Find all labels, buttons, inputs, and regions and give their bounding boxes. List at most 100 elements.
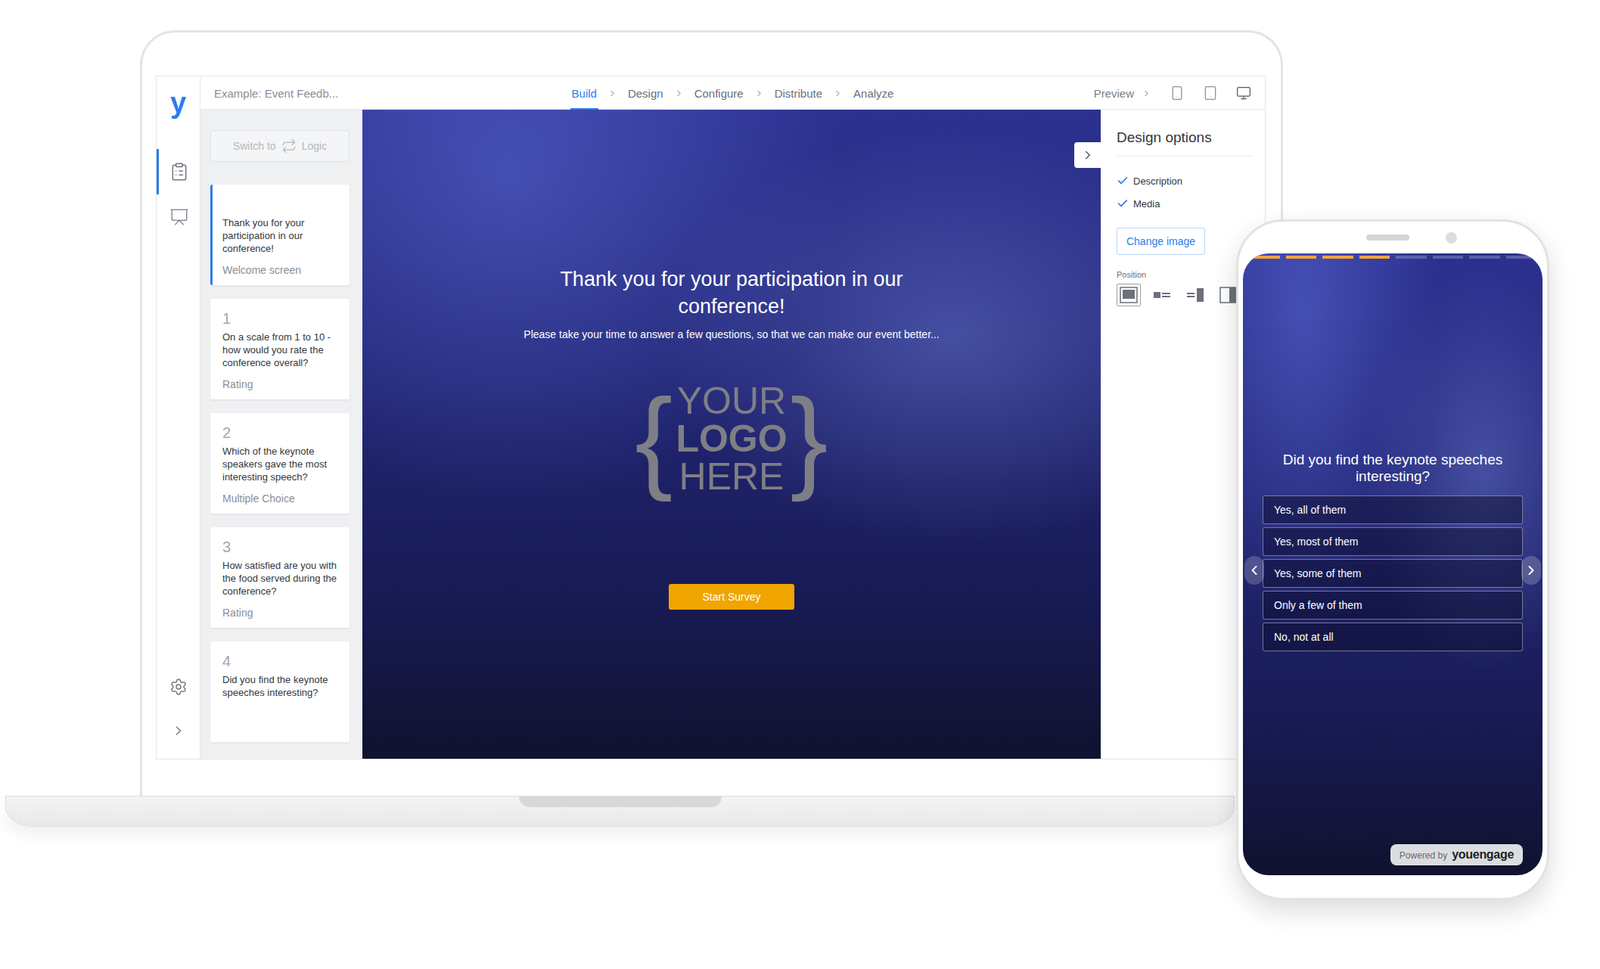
app-screen: y Example: Event Feedb...Build Design Confi… <box>155 75 1266 760</box>
option-checkbox[interactable]: Media <box>1116 194 1253 213</box>
answer-option[interactable]: Yes, most of them <box>1262 527 1523 557</box>
step-tab[interactable]: Distribute <box>773 76 824 110</box>
question-block: Did you find the keynote speeches intere… <box>1242 451 1543 652</box>
answer-option[interactable]: Only a few of them <box>1262 590 1523 620</box>
check-icon <box>1116 197 1129 210</box>
check-slot <box>1116 197 1129 210</box>
previous-button[interactable] <box>1244 556 1265 585</box>
card-text: Did you find the keynote speeches intere… <box>222 673 339 700</box>
progress-segment <box>1506 255 1538 259</box>
card-number <box>222 195 339 214</box>
question-list: Switch toLogic Thank you for your partici… <box>200 109 363 759</box>
left-rail: y <box>156 76 201 759</box>
step-separator <box>832 88 843 99</box>
position-full-icon <box>1119 286 1138 304</box>
settings-button[interactable] <box>156 664 200 709</box>
start-survey-button[interactable]: Start Survey <box>668 584 795 610</box>
rail-item[interactable] <box>156 194 200 240</box>
chevron-right-icon <box>1141 88 1152 99</box>
phone-camera <box>1445 232 1458 244</box>
phone-question: Did you find the keynote speeches intere… <box>1262 451 1523 485</box>
gear-icon <box>169 677 188 696</box>
step-tab[interactable]: Build <box>570 76 599 110</box>
device-button[interactable] <box>1236 85 1252 101</box>
step-tab[interactable]: Analyze <box>851 76 895 110</box>
rail-item[interactable] <box>156 149 200 195</box>
position-label: Position <box>1116 270 1253 280</box>
desktop-icon <box>1236 85 1252 101</box>
questions-icon <box>169 161 190 182</box>
preview-separator <box>1141 88 1152 99</box>
spacer <box>1242 651 1543 845</box>
question-card[interactable]: Thank you for your participation in our … <box>210 184 350 286</box>
welcome-description[interactable]: Please take your time to answer a few qu… <box>523 328 939 341</box>
card-text: Thank you for your participation in our … <box>222 216 339 255</box>
change-image-button[interactable]: Change image <box>1116 227 1206 255</box>
step-tab[interactable]: Design <box>626 76 665 110</box>
position-options <box>1116 283 1253 307</box>
switch-logic-button[interactable]: Switch toLogic <box>210 130 350 162</box>
brand-name: youengage <box>1451 848 1514 862</box>
survey-canvas: Thank you for your participation in our … <box>362 109 1101 759</box>
card-type: Rating <box>222 373 339 391</box>
question-card[interactable]: 1On a scale from 1 to 10 - how would you… <box>210 298 350 400</box>
card-type: Rating <box>222 602 339 619</box>
position-side-icon <box>1219 286 1238 304</box>
laptop-lid: y Example: Event Feedb...Build Design Confi… <box>139 30 1284 796</box>
answer-option[interactable]: Yes, all of them <box>1262 495 1523 525</box>
position-option[interactable] <box>1183 283 1208 307</box>
body: Switch toLogic Thank you for your partici… <box>200 109 1265 759</box>
check-label: Media <box>1133 198 1160 210</box>
option-checkbox[interactable]: Description <box>1116 171 1253 190</box>
welcome-title[interactable]: Thank you for your participation in our … <box>519 265 944 321</box>
answer-option[interactable]: No, not at all <box>1262 622 1523 652</box>
next-button[interactable] <box>1521 556 1541 585</box>
question-card[interactable]: 3How satisfied are you with the food ser… <box>210 527 350 628</box>
progress-segment <box>1248 255 1280 259</box>
chevron-right-icon <box>674 88 684 99</box>
powered-by-badge[interactable]: Powered byyouengage <box>1390 844 1523 866</box>
card-text: How satisfied are you with the food serv… <box>222 559 339 598</box>
app-logo[interactable]: y <box>170 76 187 130</box>
logo-line: YOUR <box>677 382 787 420</box>
logo-line: HERE <box>679 457 785 496</box>
card-type: Welcome screen <box>222 259 339 277</box>
position-left-icon <box>1152 286 1172 304</box>
chevron-right-icon <box>1081 148 1095 162</box>
answer-option[interactable]: Yes, some of them <box>1262 559 1523 588</box>
chevron-right-icon <box>607 88 618 99</box>
powered-by-text: Powered by <box>1399 850 1448 861</box>
card-number: 2 <box>222 423 339 442</box>
logo-line: LOGO <box>675 419 787 458</box>
chevron-right-icon <box>754 88 765 99</box>
preview-button[interactable]: Preview <box>1093 86 1134 100</box>
device-button[interactable] <box>1202 85 1218 101</box>
check-icon <box>1116 174 1129 187</box>
device-button[interactable] <box>1169 85 1185 101</box>
progress-segment <box>1286 255 1318 259</box>
step-tab[interactable]: Configure <box>692 76 746 110</box>
survey-title[interactable]: Example: Event Feedb... <box>214 86 571 100</box>
question-card[interactable]: 2Which of the keynote speakers gave the … <box>210 413 350 514</box>
expand-button[interactable] <box>156 708 200 753</box>
progress-segment <box>1322 255 1354 259</box>
position-option[interactable] <box>1149 283 1175 307</box>
step-separator <box>607 88 618 99</box>
question-card[interactable]: 4 Did you find the keynote speeches inter… <box>210 641 350 743</box>
position-option[interactable] <box>1116 283 1141 307</box>
phone-screen: Did you find the keynote speeches intere… <box>1242 253 1543 876</box>
collapse-panel-button[interactable] <box>1074 142 1101 168</box>
phone-footer: Powered byyouengage <box>1242 844 1543 876</box>
spacer <box>1242 258 1543 452</box>
chevron-left-icon <box>1246 562 1262 578</box>
laptop-notch <box>518 796 722 808</box>
phone: Did you find the keynote speeches intere… <box>1236 219 1550 901</box>
logo-placeholder[interactable]: {YOURLOGOHERE} <box>634 378 828 500</box>
logo-lines: YOURLOGOHERE <box>675 382 787 496</box>
tablet-icon <box>1202 85 1218 101</box>
main: Example: Event Feedb...Build Design Config… <box>200 76 1265 759</box>
top-bar: Example: Event Feedb...Build Design Config… <box>200 76 1265 110</box>
preview-area: Preview <box>1093 85 1252 101</box>
card-number: 4 <box>222 652 339 671</box>
phone-top <box>1242 221 1543 254</box>
